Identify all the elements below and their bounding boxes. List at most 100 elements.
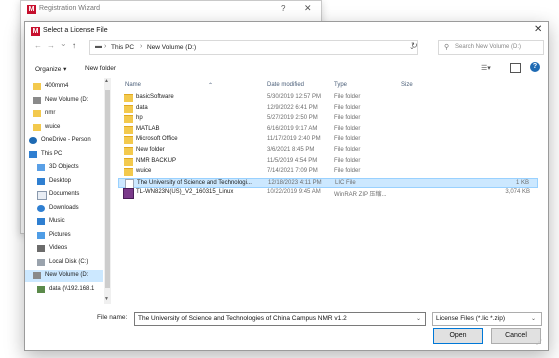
file-row[interactable]: TL-WN823N(US)_V2_160315_Linux 10/22/2019 …	[118, 188, 538, 200]
file-list-header: ⌃ Name Date modified Type Size	[118, 79, 538, 91]
file-row[interactable]: hp 5/27/2019 2:50 PM File folder	[118, 114, 538, 124]
folder-icon	[33, 110, 41, 117]
view-options-icon[interactable]: ☰▾	[481, 64, 491, 72]
size-cell: 3,074 KB	[505, 189, 530, 196]
wizard-help-button[interactable]: ?	[281, 4, 285, 13]
cloud-icon	[29, 137, 37, 144]
date-modified-cell: 3/6/2021 8:45 PM	[267, 147, 315, 153]
wizard-title: Registration Wizard	[39, 5, 101, 12]
nav-item[interactable]: OneDrive - Person	[25, 135, 103, 147]
file-row[interactable]: data 12/9/2022 6:41 PM File folder	[118, 104, 538, 114]
file-row[interactable]: The University of Science and Technologi…	[118, 177, 538, 189]
nav-item[interactable]: Pictures	[25, 230, 103, 242]
type-cell: File folder	[334, 168, 361, 175]
date-modified-cell: 11/5/2019 4:54 PM	[267, 157, 318, 164]
cancel-button[interactable]: Cancel	[491, 328, 541, 344]
nav-item[interactable]: Videos	[25, 243, 103, 255]
resize-grip-icon[interactable]: ⋰	[536, 339, 542, 346]
column-size[interactable]: Size	[401, 82, 413, 88]
breadcrumb-separator: ›	[140, 43, 143, 50]
nav-item-label: Pictures	[49, 231, 71, 238]
zip-icon	[123, 188, 134, 200]
date-modified-cell: 12/9/2022 6:41 PM	[267, 104, 318, 111]
videos-icon	[37, 245, 45, 252]
file-row[interactable]: New folder 3/6/2021 8:45 PM File folder	[118, 146, 538, 156]
address-bar[interactable]: ▬ › This PC › New Volume (D:) ⌄	[89, 40, 418, 55]
column-date-modified[interactable]: Date modified	[267, 82, 304, 88]
file-name-input[interactable]: The University of Science and Technologi…	[134, 312, 426, 326]
nav-item[interactable]: Documents	[25, 189, 103, 201]
date-modified-cell: 10/22/2019 9:45 AM	[267, 189, 321, 196]
nav-item-label: 3D Objects	[49, 164, 79, 170]
file-icon	[125, 178, 134, 189]
type-cell: File folder	[334, 104, 361, 111]
refresh-icon[interactable]: ↻	[411, 41, 418, 50]
folder-icon	[33, 123, 41, 131]
nav-item-label: 400mm4	[45, 83, 69, 89]
nav-item[interactable]: Local Disk (C:)	[25, 257, 103, 269]
preview-pane-icon[interactable]	[510, 63, 521, 73]
scrollbar-thumb[interactable]	[105, 90, 110, 288]
nav-item[interactable]: data (\\192.168.1	[25, 284, 103, 296]
up-arrow-icon[interactable]: ↑	[72, 41, 76, 50]
column-name[interactable]: Name	[125, 82, 141, 88]
scroll-down-icon[interactable]: ▼	[104, 296, 109, 302]
column-type[interactable]: Type	[334, 82, 347, 88]
breadcrumb-this-pc[interactable]: This PC	[111, 44, 134, 51]
file-name-dropdown-icon[interactable]: ⌄	[416, 315, 421, 322]
size-cell: 1 KB	[515, 179, 529, 186]
type-cell: File folder	[334, 136, 361, 143]
date-modified-cell: 5/27/2019 2:50 PM	[267, 115, 318, 122]
drive-icon	[33, 96, 41, 104]
nav-item-label: OneDrive - Person	[41, 137, 91, 143]
file-row[interactable]: NMR BACKUP 11/5/2019 4:54 PM File folder	[118, 157, 538, 167]
file-row[interactable]: basicSoftware 5/30/2019 12:57 PM File fold…	[118, 93, 538, 103]
select-license-file-dialog: M Select a License File ✕ ← → ⌄ ↑ ▬ › Th…	[24, 21, 549, 351]
nav-item[interactable]: wuice	[25, 122, 103, 134]
nav-scrollbar[interactable]: ▲ ▼	[104, 78, 111, 304]
new-folder-button[interactable]: New folder	[85, 65, 116, 72]
nav-item[interactable]: New Volume (D:	[25, 270, 103, 282]
organize-menu-button[interactable]: Organize ▾	[35, 65, 66, 73]
help-icon[interactable]: ?	[530, 62, 540, 72]
file-name-cell: TL-WN823N(US)_V2_160315_Linux	[136, 189, 234, 196]
nav-item[interactable]: This PC	[25, 149, 103, 161]
breadcrumb-new-volume[interactable]: New Volume (D:)	[147, 44, 196, 51]
nav-item-label: New Volume (D:	[45, 272, 89, 278]
file-type-select[interactable]: License Files (*.lic *.zip) ⌄	[432, 312, 542, 326]
nav-item[interactable]: 3D Objects	[25, 162, 103, 174]
search-box[interactable]: ⚲ Search New Volume (D:)	[438, 40, 544, 55]
nav-item[interactable]: Desktop	[25, 176, 103, 188]
file-name-cell: data	[136, 104, 148, 111]
nav-item[interactable]: Downloads	[25, 203, 103, 215]
wizard-close-button[interactable]: ✕	[304, 3, 312, 14]
nav-item[interactable]: New Volume (D:	[25, 95, 103, 107]
file-row[interactable]: MATLAB 6/16/2019 9:17 AM File folder	[118, 125, 538, 135]
date-modified-cell: 5/30/2019 12:57 PM	[267, 94, 322, 100]
disk-icon	[37, 258, 45, 266]
command-toolbar: Organize ▾ New folder ☰▾ ?	[25, 60, 548, 78]
scroll-up-icon[interactable]: ▲	[104, 78, 109, 84]
folder-icon	[124, 115, 133, 124]
back-arrow-icon[interactable]: ←	[34, 41, 42, 50]
nav-item[interactable]: 400mm4	[25, 81, 103, 93]
nav-item-label: wuice	[45, 123, 61, 130]
file-row[interactable]: wuice 7/14/2021 7:09 PM File folder	[118, 167, 538, 177]
nav-item[interactable]: nmr	[25, 108, 103, 120]
breadcrumb-separator: ›	[104, 43, 107, 50]
type-cell: File folder	[334, 125, 361, 132]
file-row[interactable]: Microsoft Office 11/17/2019 2:40 PM File f…	[118, 135, 538, 145]
nav-item-label: Videos	[49, 245, 68, 251]
network-icon	[37, 285, 45, 293]
file-name-value: The University of Science and Technologi…	[138, 315, 347, 322]
search-icon: ⚲	[444, 44, 450, 51]
dialog-title: Select a License File	[43, 27, 108, 34]
folder-icon	[124, 136, 133, 145]
forward-arrow-icon[interactable]: →	[47, 41, 55, 50]
nav-item[interactable]: Music	[25, 216, 103, 228]
file-type-dropdown-icon[interactable]: ⌄	[531, 315, 536, 322]
folder-icon	[124, 168, 133, 177]
dialog-close-button[interactable]: ✕	[534, 24, 542, 35]
open-button[interactable]: Open	[433, 328, 483, 344]
recent-locations-chevron-icon[interactable]: ⌄	[60, 39, 67, 48]
